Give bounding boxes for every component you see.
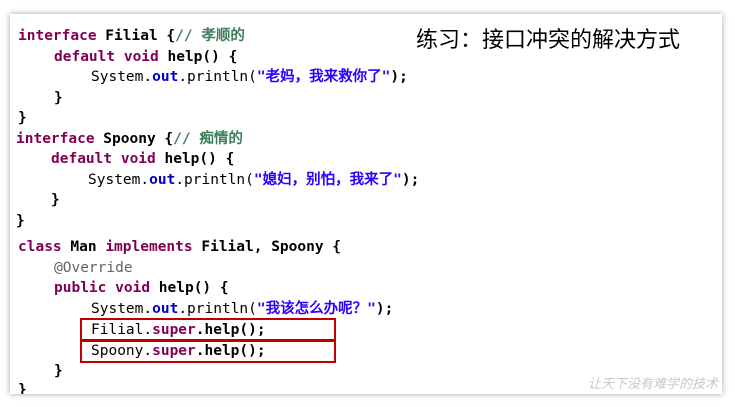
- string-literal: "老妈，我来救你了": [256, 69, 391, 85]
- code-block: interface Filial {// 孝顺的 default void he…: [10, 14, 722, 394]
- keyword: implements: [105, 239, 193, 255]
- keyword: void: [123, 49, 159, 65]
- brace: }: [18, 110, 27, 126]
- brace: }: [51, 192, 60, 208]
- code-text: Spoony {: [94, 131, 174, 147]
- code-line: }: [16, 211, 25, 231]
- string-literal: "我该怎么办呢？": [256, 301, 376, 317]
- watermark: 让天下没有难学的技术: [587, 377, 718, 392]
- keyword: class: [18, 239, 62, 255]
- brace: }: [16, 213, 25, 229]
- code-text: );: [375, 301, 394, 317]
- code-line: System.out.println("老妈，我来救你了");: [91, 67, 408, 87]
- string-literal: "媳妇，别怕，我来了": [253, 172, 402, 188]
- code-line: interface Filial {// 孝顺的: [18, 26, 245, 46]
- code-text: Man: [61, 239, 106, 255]
- code-line: }: [18, 380, 27, 394]
- highlight-box-spoony: [80, 340, 336, 363]
- code-line: class Man implements Filial, Spoony {: [18, 237, 341, 257]
- brace: }: [18, 382, 27, 394]
- code-text: System.: [88, 172, 150, 188]
- keyword: void: [115, 280, 151, 296]
- code-line: public void help() {: [54, 278, 229, 298]
- code-text: System.: [91, 69, 153, 85]
- highlight-box-filial: [80, 318, 336, 341]
- annotation: @Override: [54, 260, 133, 276]
- code-text: );: [401, 172, 420, 188]
- keyword: void: [120, 151, 156, 167]
- field-name: out: [152, 69, 179, 85]
- code-text: .println(: [178, 69, 257, 85]
- code-text: );: [390, 69, 408, 85]
- code-line: }: [54, 88, 63, 108]
- code-line: @Override: [54, 258, 133, 278]
- code-text: Filial {: [96, 28, 176, 44]
- slide: 练习：接口冲突的解决方式 interface Filial {// 孝顺的 de…: [10, 14, 722, 394]
- keyword: public: [54, 280, 107, 296]
- keyword: default: [54, 49, 116, 65]
- code-line: interface Spoony {// 痴情的: [16, 129, 243, 149]
- code-text: .println(: [178, 301, 257, 317]
- code-line: }: [54, 361, 63, 381]
- field-name: out: [149, 172, 176, 188]
- code-text: help() {: [155, 151, 235, 167]
- code-comment: // 痴情的: [173, 131, 243, 147]
- field-name: out: [152, 301, 179, 317]
- keyword: interface: [18, 28, 97, 44]
- keyword: interface: [16, 131, 95, 147]
- code-line: default void help() {: [51, 149, 234, 169]
- keyword: default: [51, 151, 113, 167]
- code-text: System.: [91, 301, 153, 317]
- brace: }: [54, 363, 63, 379]
- code-comment: // 孝顺的: [175, 28, 245, 44]
- code-text: help() {: [158, 49, 238, 65]
- code-text: help() {: [150, 280, 229, 296]
- brace: }: [54, 90, 63, 106]
- code-line: System.out.println("我该怎么办呢？");: [91, 299, 393, 319]
- code-line: System.out.println("媳妇，别怕，我来了");: [88, 170, 419, 190]
- code-line: default void help() {: [54, 47, 237, 67]
- code-line: }: [18, 108, 27, 128]
- code-text: .println(: [175, 172, 254, 188]
- code-line: }: [51, 190, 60, 210]
- code-text: Filial, Spoony {: [192, 239, 342, 255]
